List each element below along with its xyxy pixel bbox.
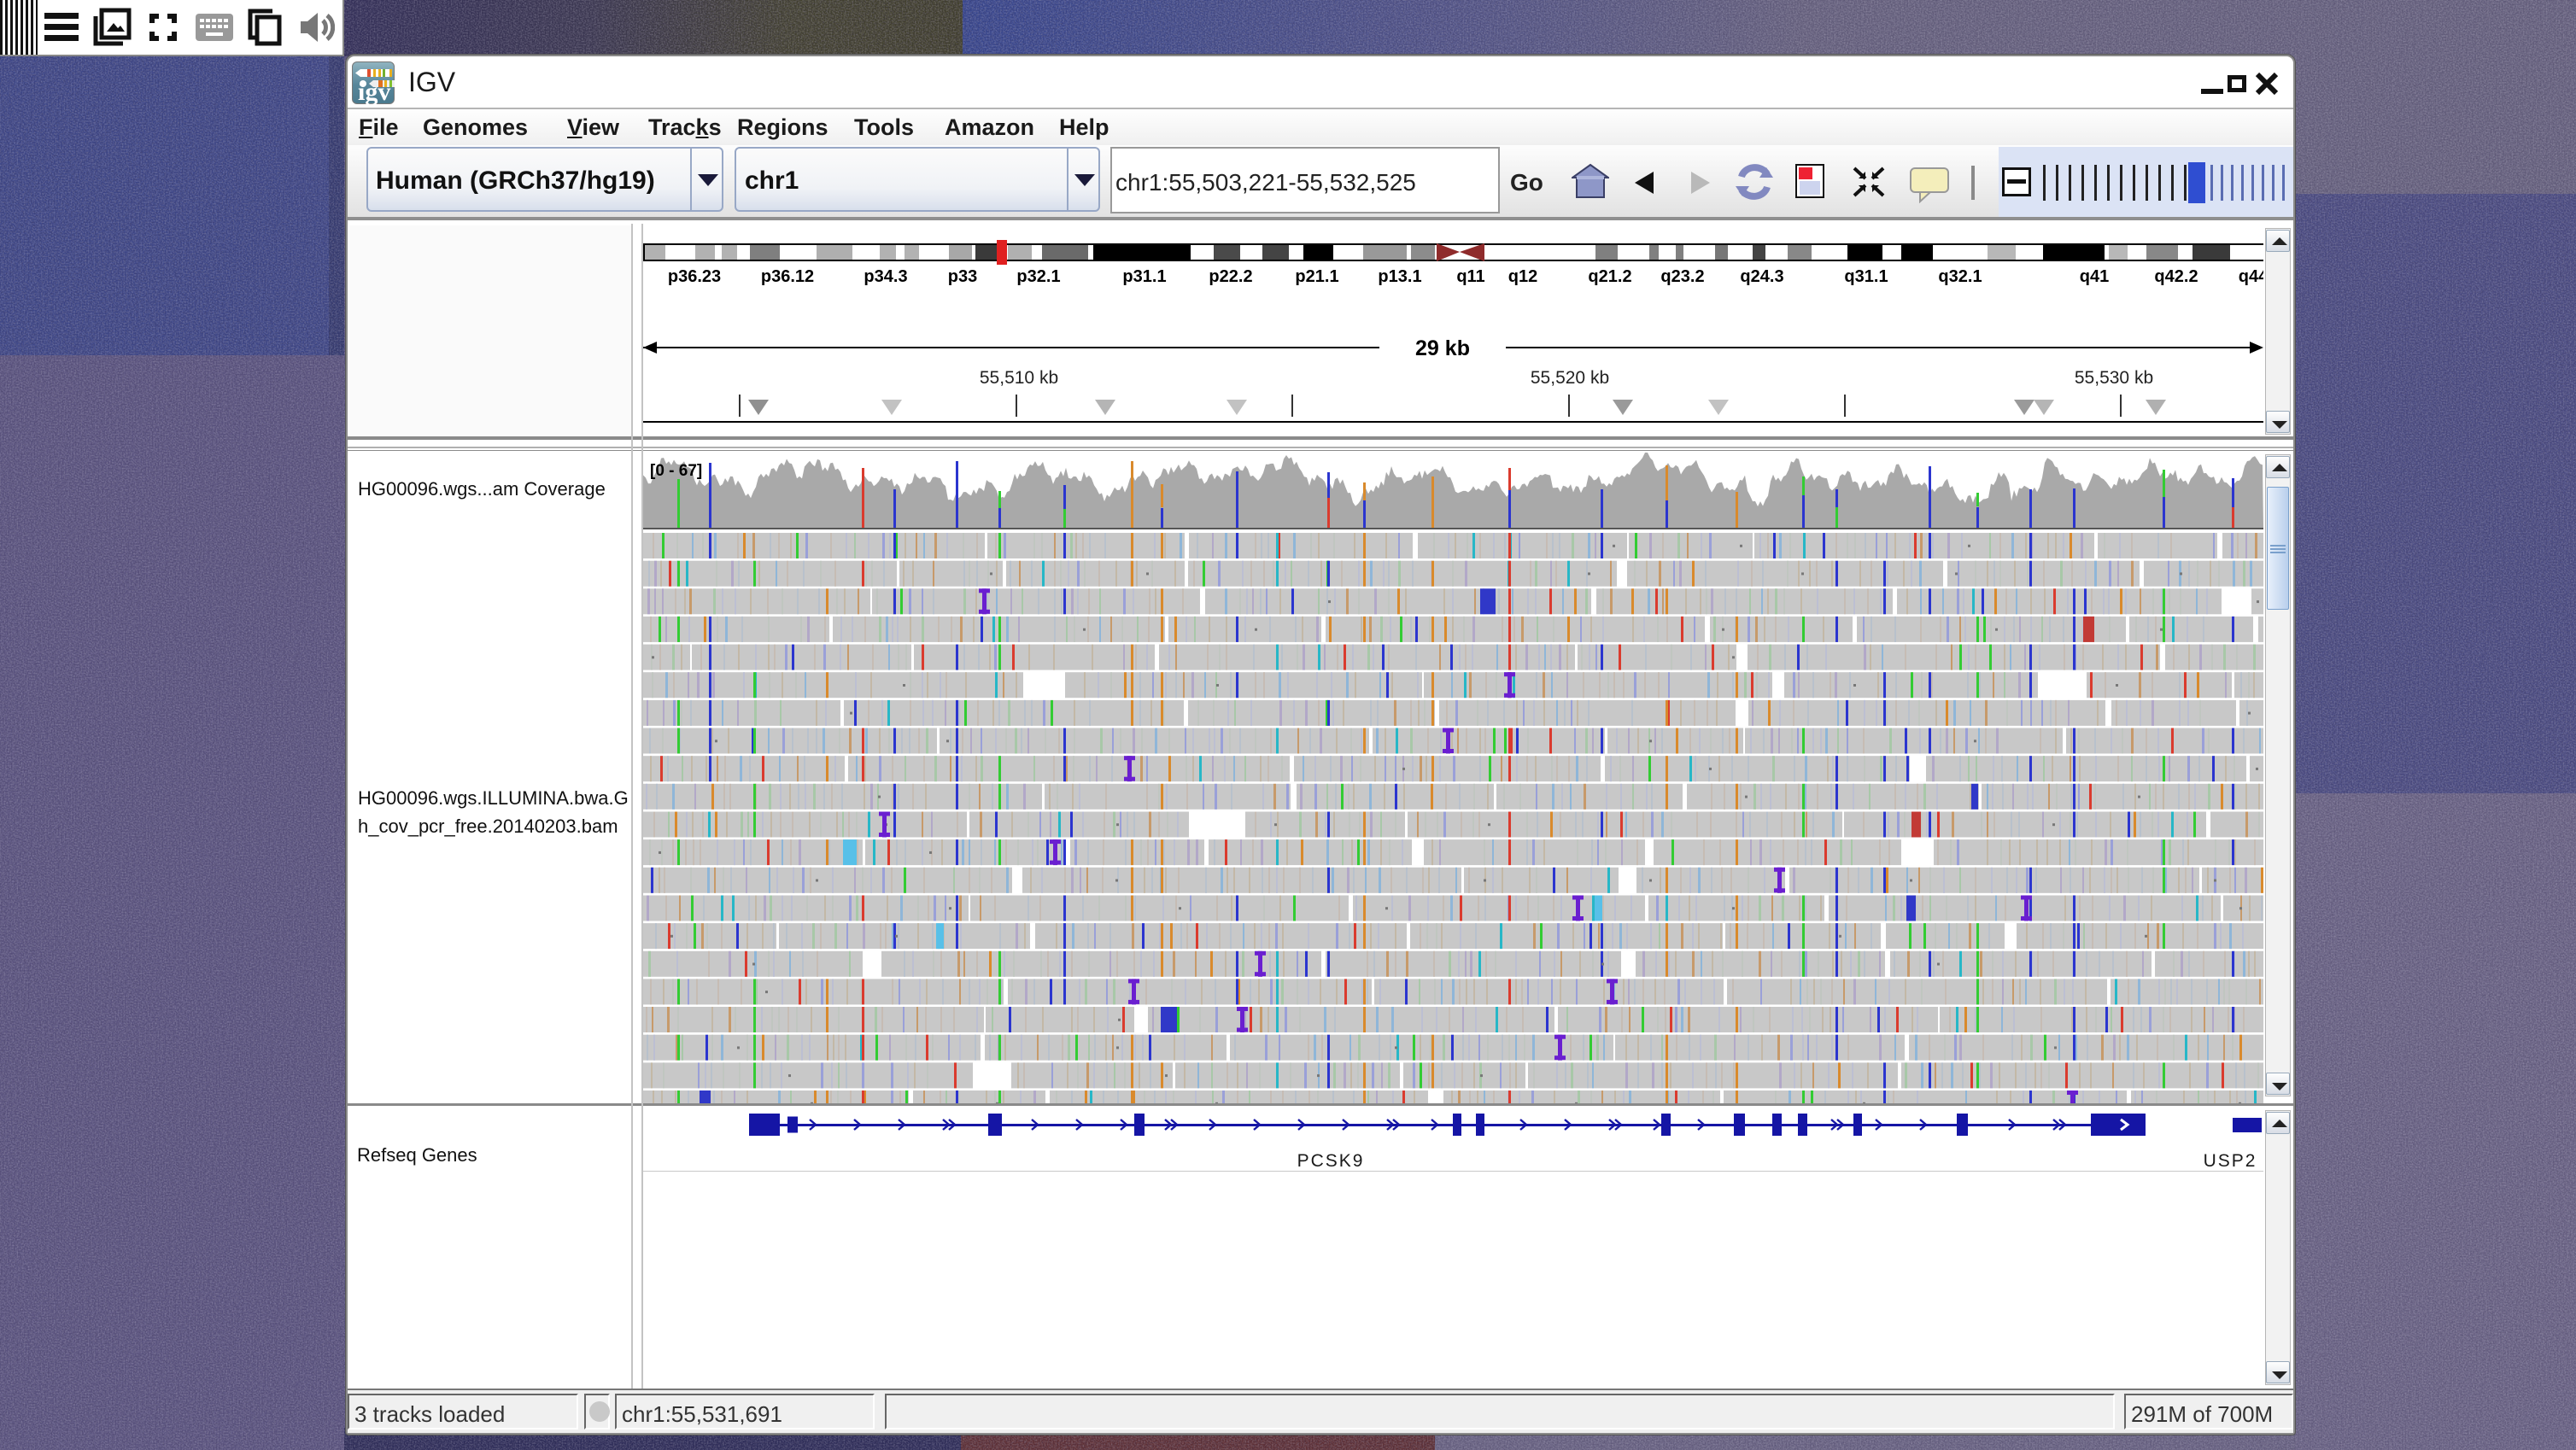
svg-text:p21.1: p21.1 [1295, 267, 1338, 286]
svg-text:q41: q41 [2080, 267, 2109, 286]
svg-text:PCSK9: PCSK9 [1297, 1151, 1365, 1171]
svg-text:p34.3: p34.3 [864, 267, 907, 286]
svg-text:p36.23: p36.23 [668, 267, 721, 286]
svg-text:q21.2: q21.2 [1588, 267, 1631, 286]
svg-text:q23.2: q23.2 [1660, 267, 1704, 286]
svg-text:q42.2: q42.2 [2154, 267, 2198, 286]
svg-text:p31.1: p31.1 [1122, 267, 1166, 286]
svg-text:q44: q44 [2239, 267, 2263, 286]
svg-text:55,510 kb: 55,510 kb [980, 368, 1058, 388]
svg-text:p22.2: p22.2 [1209, 267, 1252, 286]
svg-text:p32.1: p32.1 [1016, 267, 1060, 286]
svg-text:q31.1: q31.1 [1844, 267, 1888, 286]
svg-text:55,530 kb: 55,530 kb [2075, 368, 2153, 388]
svg-text:q12: q12 [1508, 267, 1537, 286]
svg-text:55,520 kb: 55,520 kb [1531, 368, 1609, 388]
svg-text:q24.3: q24.3 [1740, 267, 1783, 286]
svg-text:q32.1: q32.1 [1938, 267, 1982, 286]
svg-text:p36.12: p36.12 [761, 267, 814, 286]
svg-text:29 kb: 29 kb [1415, 336, 1470, 360]
svg-text:USP2: USP2 [2204, 1151, 2257, 1171]
svg-text:p13.1: p13.1 [1378, 267, 1421, 286]
svg-text:q11: q11 [1456, 267, 1484, 286]
svg-text:p33: p33 [948, 267, 977, 286]
svg-text:[0 - 67]: [0 - 67] [650, 462, 702, 480]
